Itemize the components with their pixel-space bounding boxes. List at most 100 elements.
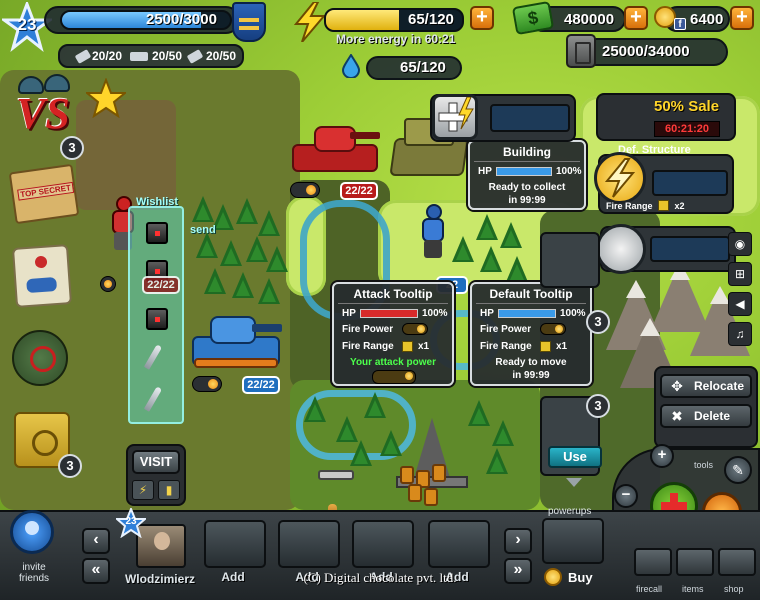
player-tank-hp: 22/22 <box>242 376 280 394</box>
hp-bar <box>496 167 552 176</box>
send-link[interactable]: send <box>190 224 216 236</box>
add-friend-slot[interactable] <box>204 520 266 568</box>
tree <box>246 236 268 262</box>
pvp-button[interactable]: VS <box>12 70 78 146</box>
fire-range-label: Fire Range <box>342 341 394 352</box>
fire-power-label: Fire Power <box>342 324 394 335</box>
tooltip-title: Building <box>503 145 551 159</box>
action-slot <box>650 236 730 262</box>
status-line-2: in 99:99 <box>512 370 550 381</box>
tree <box>258 210 280 236</box>
zoom-in-button[interactable]: + <box>650 444 674 468</box>
building-tooltip: Building HP 100% Ready to collect in 99:… <box>468 140 586 210</box>
tank-track <box>194 358 278 368</box>
sale-text: 50% Sale <box>654 98 720 115</box>
add-friend-slot[interactable] <box>352 520 414 568</box>
resource-text: 25000/34000 <box>602 43 690 60</box>
add-coins-button[interactable]: + <box>730 6 754 30</box>
hp-label: HP <box>480 308 494 319</box>
wrench-button[interactable]: ✎ <box>724 456 752 484</box>
tree <box>232 272 254 298</box>
tree <box>468 400 490 426</box>
player-soldier[interactable] <box>418 204 448 258</box>
fire-range-right: Fire Range x2 <box>606 198 685 211</box>
zoom-out-button[interactable]: − <box>614 484 638 508</box>
water-drop-icon <box>341 53 361 79</box>
unit-slot[interactable] <box>540 232 600 288</box>
bridge <box>318 470 354 480</box>
eye-icon[interactable]: ◉ <box>728 232 752 256</box>
tree <box>506 256 528 282</box>
fire-power-chip <box>192 376 222 392</box>
tree <box>486 448 508 474</box>
invite-friends-button[interactable] <box>10 510 54 554</box>
range-icon <box>402 341 413 352</box>
lightning-icon <box>292 1 328 47</box>
move-icon: ✥ <box>671 378 683 394</box>
hp-bar-fill <box>499 310 555 317</box>
music-icon[interactable]: ♫ <box>728 322 752 346</box>
delete-label: Delete <box>694 409 731 423</box>
player-tank[interactable] <box>192 308 284 370</box>
status-line-1: Ready to move <box>495 357 567 368</box>
attack-tooltip: Attack Tooltip HP 100% Fire Power Fire R… <box>332 282 454 386</box>
hp-bar-fill <box>497 168 551 175</box>
tree <box>192 196 214 222</box>
sound-icon[interactable]: ◀ <box>728 292 752 316</box>
delete-button[interactable]: ✖ Delete <box>660 404 752 428</box>
wishlist-item[interactable] <box>138 384 176 414</box>
add-friend-slot[interactable] <box>278 520 340 568</box>
attack-ammo-icon <box>372 370 416 384</box>
fullscreen-icon[interactable]: ⊞ <box>728 262 752 286</box>
default-tooltip: Default Tooltip HP 100% Fire Power Fire … <box>470 282 592 386</box>
powerup-shop-slot[interactable] <box>542 518 604 564</box>
energy-gift-button[interactable]: ⚡ <box>132 480 154 500</box>
fuel-gift-button[interactable]: ▮ <box>158 480 180 500</box>
ammo-icon <box>540 323 566 335</box>
knife-icon <box>143 386 163 412</box>
sale-panel[interactable]: 50% Sale 60:21:20 <box>596 93 736 141</box>
wishlist-item[interactable] <box>138 304 176 334</box>
powerup-count: 3 <box>586 394 610 418</box>
helmet-target-button[interactable] <box>12 330 68 386</box>
fire-range-label: Fire Range <box>480 341 532 352</box>
scroll-down-icon[interactable] <box>566 478 582 487</box>
facebook-icon: f <box>674 18 686 30</box>
add-building-icon[interactable] <box>432 94 478 140</box>
enemy-tank-hp: 22/22 <box>340 182 378 200</box>
next-button[interactable]: › <box>504 528 532 554</box>
wishlist-item[interactable] <box>138 218 176 248</box>
divider <box>474 161 580 162</box>
hp-percent: 100% <box>422 308 448 319</box>
powerups-label: powerups <box>548 506 592 517</box>
relocate-button[interactable]: ✥ Relocate <box>660 374 752 398</box>
coins-text: 6400 <box>690 11 724 28</box>
range-icon <box>540 341 551 352</box>
fuel-can-icon[interactable] <box>596 224 646 274</box>
divider <box>338 303 448 304</box>
add-cash-button[interactable]: + <box>624 6 648 30</box>
energy-boost-icon[interactable] <box>594 152 646 204</box>
enemy-tank[interactable] <box>292 120 380 175</box>
add-energy-button[interactable]: + <box>470 6 494 30</box>
hp-bar <box>360 309 418 318</box>
soldier-icon <box>74 49 92 64</box>
tank-count: 20/50 <box>152 49 183 63</box>
tree <box>492 420 514 446</box>
knife-icon <box>143 344 163 370</box>
hp-percent: 100% <box>560 308 586 319</box>
visit-button[interactable]: VISIT <box>132 450 180 474</box>
use-button[interactable]: Use <box>548 446 602 468</box>
wishlist-item[interactable] <box>138 342 176 372</box>
fire-range-label: Fire Range <box>606 201 653 211</box>
add-friend-slot[interactable] <box>428 520 490 568</box>
cash-text: 480000 <box>564 11 615 28</box>
tree <box>258 278 280 304</box>
top-secret-button[interactable]: TOP SECRET <box>8 163 80 225</box>
slot-count: 3 <box>586 310 610 334</box>
action-slot <box>490 104 570 132</box>
favorites-star-icon[interactable] <box>84 77 128 119</box>
prev-button[interactable]: ‹ <box>82 528 110 554</box>
strategy-map-button[interactable] <box>11 244 73 308</box>
tank-gun <box>252 324 282 332</box>
